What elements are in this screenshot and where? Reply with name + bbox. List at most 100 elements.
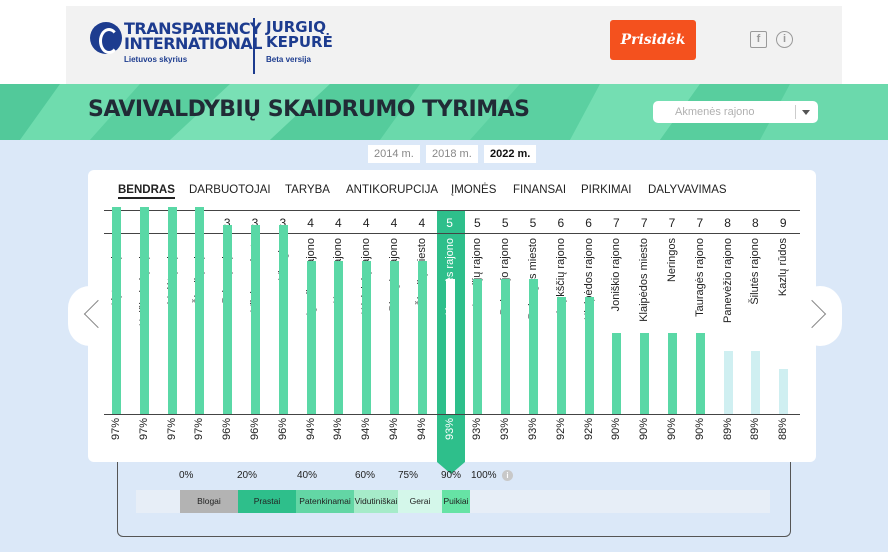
legend-blogai: Blogai: [180, 490, 238, 513]
legend-tick: 0%: [179, 470, 194, 481]
jk-logo-subtitle: Beta versija: [266, 55, 311, 64]
score-percent: 92%: [554, 418, 567, 441]
score-bar[interactable]: [640, 333, 650, 414]
score-percent: 92%: [582, 418, 595, 441]
score-bar[interactable]: [390, 261, 399, 414]
rank-number: 7: [640, 216, 648, 230]
rank-number: 7: [668, 216, 676, 230]
tab-bendras[interactable]: BENDRAS: [118, 184, 175, 199]
score-percent: 97%: [137, 418, 150, 441]
rank-number: 8: [752, 216, 759, 230]
info-icon[interactable]: i: [776, 31, 793, 48]
score-percent: 88%: [777, 418, 790, 441]
score-bar[interactable]: [501, 279, 511, 414]
score-bar[interactable]: [445, 279, 455, 414]
score-bar[interactable]: [584, 297, 594, 414]
jk-logo-line2: KEPURĖ: [266, 33, 333, 51]
ranking-rank-line: [104, 233, 800, 234]
score-percent: 94%: [388, 418, 400, 441]
rank-number: 8: [724, 216, 731, 230]
join-button[interactable]: Prisidėk: [610, 20, 696, 60]
rank-number: 5: [446, 216, 453, 230]
municipality-name[interactable]: Kazlų rūdos: [776, 238, 790, 348]
jk-logo-text[interactable]: JURGIQ KEPURĖ: [266, 20, 333, 50]
score-bar[interactable]: [167, 207, 177, 414]
legend-puikiai: Puikiai: [442, 490, 470, 513]
tab-antikorupcija[interactable]: ANTIKORUPCIJA: [346, 184, 438, 196]
year-tab-2022[interactable]: 2022 m.: [484, 145, 537, 163]
score-percent: 96%: [249, 418, 261, 441]
legend-info-icon[interactable]: i: [502, 470, 513, 481]
municipality-name[interactable]: Klaipėdos miesto: [637, 238, 651, 348]
score-bar[interactable]: [362, 261, 372, 414]
score-bar[interactable]: [223, 225, 233, 414]
score-bar[interactable]: [139, 207, 149, 414]
score-bar[interactable]: [723, 351, 733, 414]
score-bar[interactable]: [251, 225, 260, 414]
year-tab-2014[interactable]: 2014 m.: [368, 145, 420, 163]
score-percent: 94%: [304, 418, 317, 441]
rank-number: 5: [501, 216, 509, 230]
score-percent: 97%: [193, 418, 206, 441]
tab-pirkimai[interactable]: PIRKIMAI: [581, 184, 631, 196]
previous-button[interactable]: [68, 286, 113, 346]
legend-tick: 90%: [441, 470, 462, 481]
chevron-left-icon: [83, 299, 113, 329]
tab-taryba[interactable]: TARYBA: [285, 184, 330, 196]
logo-divider: [253, 18, 255, 74]
ranking-bottom-line: [104, 414, 800, 415]
score-bar[interactable]: [751, 351, 761, 414]
select-divider: [795, 105, 796, 119]
score-bar[interactable]: [112, 207, 121, 414]
score-percent: 94%: [415, 418, 428, 441]
score-percent: 90%: [638, 418, 651, 441]
score-bar[interactable]: [779, 369, 789, 414]
select-value: Akmenės rajono: [675, 106, 755, 118]
next-button[interactable]: [797, 286, 842, 346]
municipality-name[interactable]: Neringos: [665, 238, 679, 348]
municipality-name[interactable]: Tauragės rajono: [693, 238, 707, 348]
tab-darbuotojai[interactable]: DARBUOTOJAI: [189, 184, 271, 196]
ti-globe-logo-icon[interactable]: [90, 22, 122, 54]
score-bar[interactable]: [334, 261, 344, 414]
score-percent: 97%: [110, 418, 122, 441]
municipality-name[interactable]: Panevėžio rajono: [721, 238, 735, 348]
rank-number: 6: [585, 216, 592, 230]
tab-finansai[interactable]: FINANSAI: [513, 184, 566, 196]
ti-logo-text[interactable]: TRANSPARENCY INTERNATIONAL: [124, 21, 262, 52]
rank-number: 7: [696, 216, 704, 230]
score-bar[interactable]: [195, 207, 205, 414]
legend-vidutiniskai: Vidutiniškai: [354, 490, 398, 513]
legend-tick: 100%: [471, 470, 497, 481]
municipality-name[interactable]: Joniškio rajono: [609, 238, 623, 348]
rank-number: 4: [390, 216, 398, 230]
tab-dalyvavimas[interactable]: DALYVAVIMAS: [648, 184, 727, 196]
score-bar[interactable]: [529, 279, 538, 414]
ranking-top-line: [104, 210, 800, 211]
header-inner: TRANSPARENCY INTERNATIONAL Lietuvos skyr…: [66, 6, 842, 84]
rank-number: 4: [307, 216, 314, 230]
rank-number: 6: [557, 216, 565, 230]
score-bar[interactable]: [473, 279, 483, 414]
legend-prastai: Prastai: [238, 490, 296, 513]
score-percent: 93%: [443, 418, 456, 441]
score-bar[interactable]: [695, 333, 705, 414]
municipality-select[interactable]: Akmenės rajono: [653, 101, 818, 123]
ti-logo-subtitle: Lietuvos skyrius: [124, 55, 188, 64]
score-bar[interactable]: [668, 333, 677, 414]
score-bar[interactable]: [417, 261, 427, 414]
facebook-icon[interactable]: f: [750, 31, 767, 48]
municipality-name[interactable]: Šilutės rajono: [748, 238, 762, 348]
score-percent: 96%: [276, 418, 289, 441]
year-tab-2018[interactable]: 2018 m.: [426, 145, 478, 163]
score-percent: 97%: [165, 418, 178, 441]
score-bar[interactable]: [278, 225, 288, 414]
tab-imones[interactable]: ĮMONĖS: [451, 184, 496, 196]
score-bar[interactable]: [612, 333, 622, 414]
chevron-down-icon[interactable]: [802, 110, 810, 115]
legend-patenkinamai: Patenkinamai: [296, 490, 354, 513]
score-bar[interactable]: [556, 297, 566, 414]
score-bar[interactable]: [306, 261, 316, 414]
rank-number: 5: [474, 216, 481, 230]
legend-tick: 75%: [398, 470, 419, 481]
